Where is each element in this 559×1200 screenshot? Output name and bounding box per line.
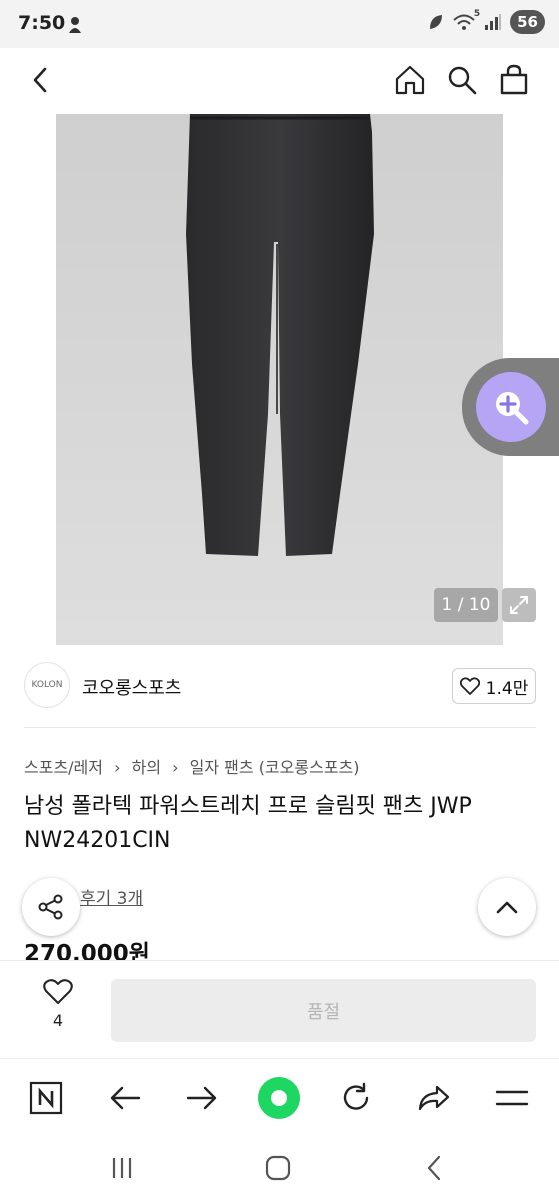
sold-out-button[interactable]: 품절: [111, 979, 536, 1042]
breadcrumb: 스포츠/레저 › 하의 › 일자 팬츠 (코오롱스포츠): [24, 754, 360, 778]
back-icon: [110, 1086, 141, 1110]
back-arrow-icon: [33, 67, 47, 93]
chevron-up-icon: [496, 901, 518, 914]
browser-green-button[interactable]: [253, 1073, 305, 1123]
shopping-bag-icon: [500, 64, 528, 95]
back-button[interactable]: [20, 60, 60, 100]
browser-share-button[interactable]: [408, 1073, 460, 1123]
leaf-icon: [430, 15, 443, 29]
heart-icon: [459, 677, 480, 695]
green-dot-icon: [258, 1077, 300, 1119]
notification-icon: [69, 17, 81, 33]
brand-name[interactable]: 코오롱스포츠: [82, 674, 181, 700]
brand-like-button[interactable]: 1.4만: [452, 668, 536, 704]
status-time: 7:50: [18, 12, 66, 34]
browser-toolbar: [0, 1058, 559, 1136]
home-icon: [395, 65, 425, 95]
menu-icon: [495, 1090, 529, 1106]
forward-icon: [186, 1086, 217, 1110]
naver-n-icon: [29, 1081, 63, 1115]
naver-home-button[interactable]: [20, 1073, 72, 1123]
brand-like-count: 1.4만: [485, 678, 529, 699]
expand-icon: [510, 596, 528, 614]
system-nav: [0, 1136, 559, 1200]
product-title: 남성 폴라텍 파워스트레치 프로 슬림핏 팬츠 JWP NW24201CIN: [24, 794, 472, 853]
share-button[interactable]: [22, 878, 80, 936]
network-type: 5: [473, 9, 481, 19]
system-back-icon: [427, 1155, 441, 1181]
breadcrumb-item-bottoms[interactable]: 하의: [132, 758, 161, 777]
refresh-button[interactable]: [330, 1073, 382, 1123]
purchase-bar: 4 품절: [0, 960, 559, 1056]
status-icons: 5 56: [428, 9, 545, 34]
wishlist-button[interactable]: 4: [26, 979, 90, 1035]
breadcrumb-item-straight-pants[interactable]: 일자 팬츠 (코오롱스포츠): [190, 758, 360, 777]
browser-back-button[interactable]: [99, 1073, 151, 1123]
brand-logo-text: KOLON: [31, 680, 63, 690]
share-icon: [418, 1085, 450, 1111]
refresh-icon: [343, 1082, 369, 1110]
signal-icon: [485, 14, 502, 30]
recent-apps-icon: [112, 1158, 132, 1178]
scroll-top-button[interactable]: [478, 878, 536, 936]
zoom-in-icon: [496, 392, 529, 425]
system-back-button[interactable]: [412, 1150, 456, 1186]
wifi-icon: 5: [452, 9, 480, 32]
browser-menu-button[interactable]: [486, 1073, 538, 1123]
heart-icon: [43, 979, 73, 1004]
share-nodes-icon: [38, 894, 63, 920]
chevron-right-icon: ›: [172, 758, 179, 777]
brand-row: KOLON 코오롱스포츠 1.4만: [24, 662, 536, 710]
search-button[interactable]: [442, 60, 482, 100]
breadcrumb-item-sports[interactable]: 스포츠/레저: [24, 758, 103, 777]
top-nav: [0, 48, 559, 112]
fullscreen-button[interactable]: [502, 588, 536, 622]
status-bar: 7:50 5 56: [0, 0, 559, 48]
home-square-icon: [265, 1155, 291, 1181]
zoom-circle: [476, 372, 546, 442]
image-counter: 1 / 10: [434, 588, 498, 622]
chevron-right-icon: ›: [114, 758, 121, 777]
recent-apps-button[interactable]: [100, 1150, 144, 1186]
battery-badge: 56: [510, 10, 545, 34]
wishlist-count: 4: [52, 1011, 64, 1030]
divider: [24, 727, 536, 728]
cart-button[interactable]: [494, 60, 534, 100]
product-image[interactable]: [56, 114, 503, 645]
browser-forward-button[interactable]: [176, 1073, 228, 1123]
search-icon: [448, 66, 477, 95]
brand-logo[interactable]: KOLON: [24, 662, 70, 708]
home-system-button[interactable]: [256, 1150, 300, 1186]
pants-photo: [186, 114, 374, 556]
review-link[interactable]: 후기 3개: [80, 884, 143, 909]
zoom-button[interactable]: [462, 358, 559, 456]
home-button[interactable]: [390, 60, 430, 100]
